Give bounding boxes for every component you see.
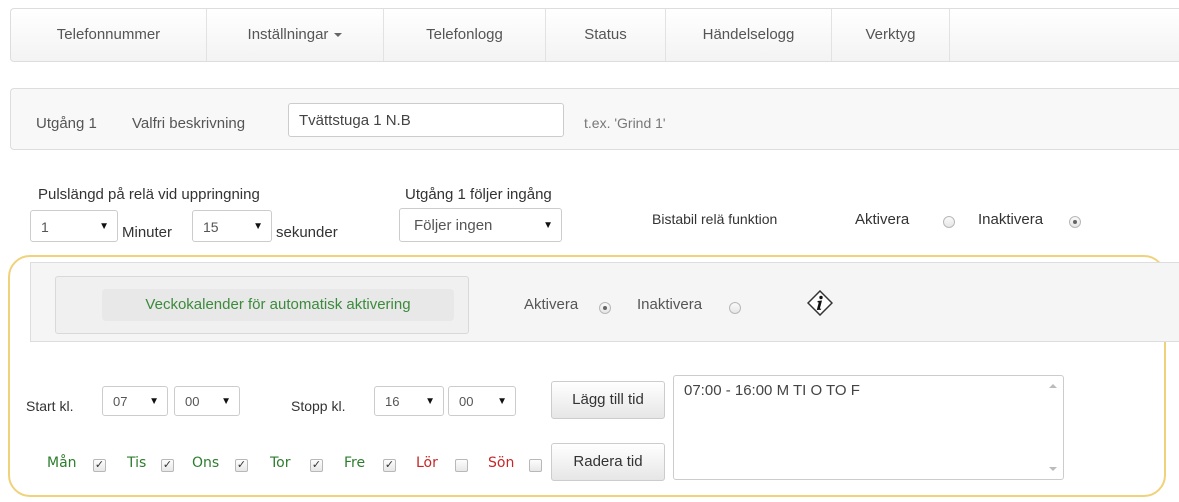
day-checkbox-thu[interactable]: ✓ [310, 459, 323, 472]
start-hour-value: 07 [113, 394, 128, 409]
day-label-mon: Mån [47, 455, 77, 471]
schedule-list[interactable]: 07:00 - 16:00 M TI O TO F [673, 375, 1064, 480]
day-checkbox-sat[interactable] [455, 459, 468, 472]
nav-tab-telefonlogg[interactable]: Telefonlogg [384, 9, 546, 61]
info-icon[interactable] [807, 290, 833, 316]
nav-tab-label: Händelselogg [702, 26, 795, 43]
bistable-deactivate-label: Inaktivera [978, 211, 1044, 228]
nav-tab-status[interactable]: Status [546, 9, 666, 61]
minutes-value: 1 [41, 219, 49, 235]
day-label-wed: Ons [192, 455, 220, 471]
caret-down-icon [334, 33, 343, 38]
day-checkbox-wed[interactable]: ✓ [235, 459, 248, 472]
dropdown-arrow-icon: ▼ [221, 396, 231, 407]
stop-time-label: Stopp kl. [291, 398, 346, 414]
day-label-fri: Fre [344, 455, 366, 471]
day-checkbox-mon[interactable]: ✓ [93, 459, 106, 472]
seconds-select[interactable]: 15 ▼ [192, 210, 272, 242]
day-checkbox-tue[interactable]: ✓ [161, 459, 174, 472]
schedule-entries: 07:00 - 16:00 M TI O TO F [684, 382, 860, 399]
nav-tab-label: Inställningar [247, 26, 329, 43]
dropdown-arrow-icon: ▼ [425, 396, 435, 407]
weekly-activate-radio[interactable] [599, 302, 611, 314]
nav-tab-label: Status [584, 26, 627, 43]
minutes-label: Minuter [122, 224, 173, 241]
nav-tab-telefonnummer[interactable]: Telefonnummer [11, 9, 207, 61]
start-time-label: Start kl. [26, 398, 74, 414]
start-minute-value: 00 [185, 394, 200, 409]
dropdown-arrow-icon: ▼ [149, 396, 159, 407]
dropdown-arrow-icon: ▼ [99, 221, 109, 232]
start-minute-select[interactable]: 00 ▼ [174, 386, 240, 416]
description-label: Valfri beskrivning [132, 115, 246, 132]
follows-input-value: Följer ingen [414, 217, 493, 234]
pulse-length-label: Pulslängd på relä vid uppringning [38, 186, 260, 203]
seconds-value: 15 [203, 219, 219, 235]
description-input[interactable] [288, 103, 564, 137]
nav-tab-label: Verktyg [865, 26, 916, 43]
nav-tab-installningar[interactable]: Inställningar [207, 9, 384, 61]
weekly-activate-label: Aktivera [524, 296, 579, 313]
follows-input-label: Utgång 1 följer ingång [405, 186, 552, 203]
stop-minute-value: 00 [459, 394, 474, 409]
output-label: Utgång 1 [36, 115, 97, 132]
nav-tab-verktyg[interactable]: Verktyg [832, 9, 950, 61]
start-hour-select[interactable]: 07 ▼ [102, 386, 168, 416]
minutes-select[interactable]: 1 ▼ [30, 210, 118, 242]
bistable-activate-radio[interactable] [943, 216, 955, 228]
day-label-sun: Sön [488, 455, 515, 471]
stop-hour-select[interactable]: 16 ▼ [374, 386, 444, 416]
weekly-deactivate-radio[interactable] [729, 302, 741, 314]
day-checkbox-sun[interactable] [529, 459, 542, 472]
weekly-calendar-button-label: Veckokalender för automatisk aktivering [102, 289, 454, 321]
weekly-calendar-button[interactable]: Veckokalender för automatisk aktivering [55, 276, 469, 334]
bistable-deactivate-radio[interactable] [1069, 216, 1081, 228]
weekly-deactivate-label: Inaktivera [637, 296, 703, 313]
nav-tab-handelselogg[interactable]: Händelselogg [666, 9, 832, 61]
top-nav: Telefonnummer Inställningar Telefonlogg … [10, 8, 1179, 62]
bistable-activate-label: Aktivera [855, 211, 910, 228]
dropdown-arrow-icon: ▼ [497, 396, 507, 407]
nav-tab-label: Telefonlogg [426, 26, 503, 43]
description-hint: t.ex. 'Grind 1' [584, 115, 666, 131]
follows-input-select[interactable]: Följer ingen ▼ [399, 208, 562, 242]
bistable-label: Bistabil relä funktion [652, 211, 778, 227]
stop-minute-select[interactable]: 00 ▼ [448, 386, 516, 416]
scroll-down-icon[interactable] [1049, 467, 1057, 471]
dropdown-arrow-icon: ▼ [543, 220, 553, 231]
dropdown-arrow-icon: ▼ [253, 221, 263, 232]
schedule-scrollbar[interactable] [1045, 378, 1061, 477]
stop-hour-value: 16 [385, 394, 400, 409]
scroll-up-icon[interactable] [1049, 384, 1057, 388]
add-time-button[interactable]: Lägg till tid [551, 381, 665, 419]
day-label-tue: Tis [127, 455, 147, 471]
day-label-thu: Tor [270, 455, 291, 471]
day-checkbox-fri[interactable]: ✓ [383, 459, 396, 472]
seconds-label: sekunder [276, 224, 338, 241]
remove-time-button[interactable]: Radera tid [551, 443, 665, 481]
day-label-sat: Lör [416, 455, 438, 471]
nav-tab-label: Telefonnummer [56, 26, 161, 43]
